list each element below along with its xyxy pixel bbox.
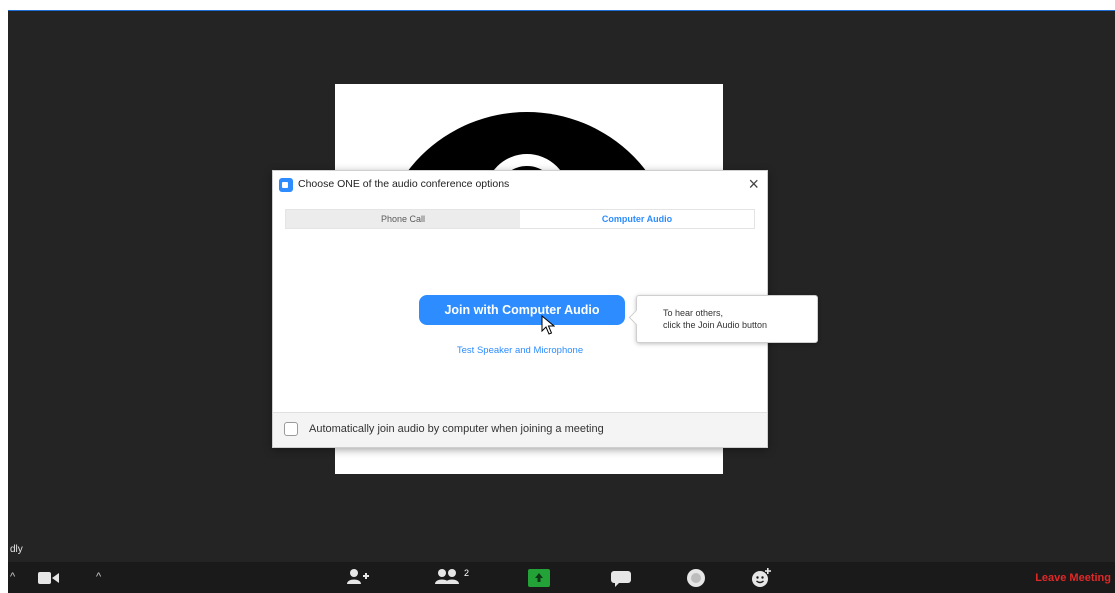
- chat-icon[interactable]: [610, 570, 632, 593]
- tooltip-line-1: To hear others,: [663, 308, 724, 318]
- auto-join-checkbox[interactable]: [284, 422, 298, 436]
- participant-name-label: dly: [10, 544, 23, 555]
- join-computer-audio-button[interactable]: Join with Computer Audio: [419, 295, 625, 325]
- tab-computer-audio[interactable]: Computer Audio: [520, 210, 754, 228]
- participants-icon[interactable]: [433, 568, 461, 591]
- tooltip-line-2: click the Join Audio button: [663, 320, 768, 330]
- meeting-toolbar: ^ ^ 2 Leave Meeting: [8, 562, 1115, 593]
- leave-meeting-button[interactable]: Leave Meeting: [1035, 572, 1111, 584]
- dialog-title: Choose ONE of the audio conference optio…: [298, 178, 510, 190]
- invite-icon[interactable]: [346, 568, 370, 591]
- reactions-icon[interactable]: [751, 567, 773, 593]
- caret-up-icon[interactable]: ^: [10, 571, 15, 583]
- auto-join-label: Automatically join audio by computer whe…: [309, 423, 604, 435]
- mouse-pointer-icon: [541, 314, 556, 340]
- join-audio-tooltip: To hear others, click the Join Audio but…: [636, 295, 818, 343]
- participants-count: 2: [464, 568, 470, 578]
- audio-tabs: Phone Call Computer Audio: [285, 209, 755, 229]
- auto-join-row: Automatically join audio by computer whe…: [273, 412, 767, 447]
- video-camera-icon[interactable]: [38, 571, 60, 590]
- test-speaker-microphone-link[interactable]: Test Speaker and Microphone: [273, 345, 767, 356]
- caret-up-icon[interactable]: ^: [96, 571, 101, 583]
- close-icon[interactable]: ×: [748, 174, 759, 194]
- tab-phone-call[interactable]: Phone Call: [286, 210, 520, 228]
- share-screen-icon[interactable]: [528, 569, 550, 592]
- record-icon[interactable]: [686, 568, 706, 593]
- test-link-label: Test Speaker and Microphone: [456, 345, 584, 356]
- zoom-app-icon: [279, 178, 293, 192]
- dialog-title-bar: Choose ONE of the audio conference optio…: [273, 171, 767, 199]
